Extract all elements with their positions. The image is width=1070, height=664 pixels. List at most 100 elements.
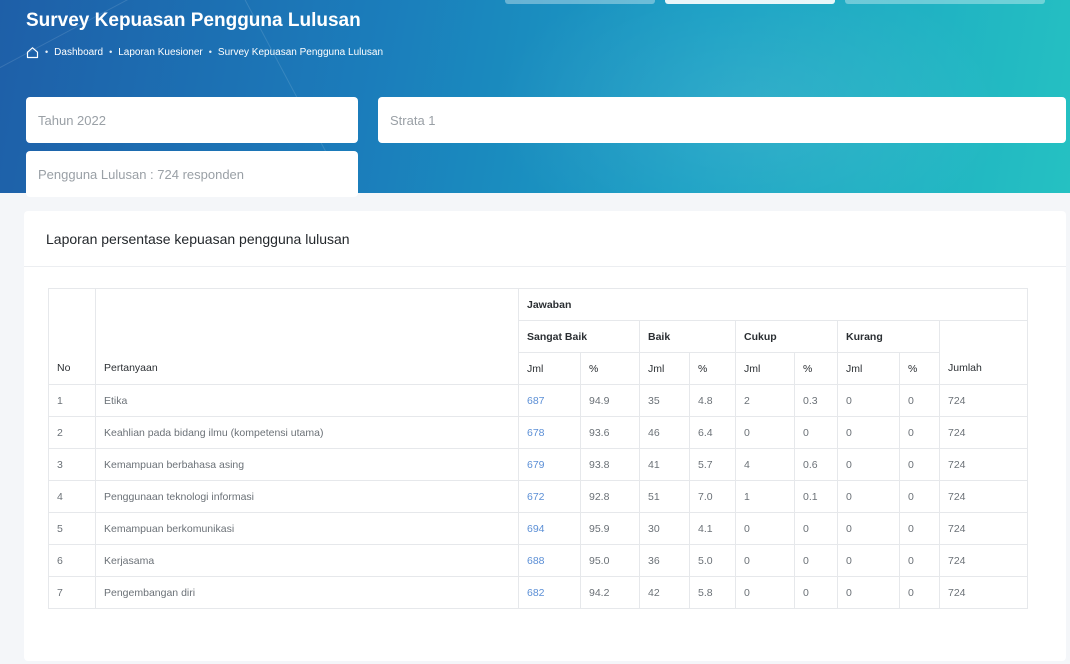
cell-cukup-pct: 0 [794, 512, 838, 545]
col-header-total: Jumlah [939, 320, 1028, 385]
cell-question: Kemampuan berkomunikasi [95, 512, 519, 545]
cell-sangat-baik-jml[interactable]: 687 [518, 384, 581, 417]
page-title: Survey Kepuasan Pengguna Lulusan [26, 10, 361, 31]
col-header-jml: Jml [639, 352, 690, 385]
cell-sangat-baik-jml[interactable]: 682 [518, 576, 581, 609]
strata-filter[interactable]: Strata 1 [378, 97, 1066, 143]
col-group-sangat-baik: Sangat Baik [518, 320, 640, 353]
home-icon[interactable] [26, 46, 39, 59]
cell-no: 3 [48, 448, 96, 481]
col-header-jml: Jml [837, 352, 900, 385]
cell-sangat-baik-jml[interactable]: 688 [518, 544, 581, 577]
breadcrumb-laporan-kuesioner[interactable]: Laporan Kuesioner [118, 47, 203, 58]
cell-cukup-jml: 0 [735, 544, 795, 577]
cell-total: 724 [939, 384, 1028, 417]
table-row: 2 Keahlian pada bidang ilmu (kompetensi u… [48, 416, 1028, 449]
cell-no: 2 [48, 416, 96, 449]
cell-no: 5 [48, 512, 96, 545]
cell-sangat-baik-pct: 92.8 [580, 480, 640, 513]
cell-cukup-pct: 0 [794, 576, 838, 609]
col-header-pct: % [794, 352, 838, 385]
cell-sangat-baik-pct: 94.9 [580, 384, 640, 417]
table-row: 3 Kemampuan berbahasa asing 679 93.8 41 5.7 4 0… [48, 448, 1028, 481]
cell-baik-jml: 35 [639, 384, 690, 417]
cell-sangat-baik-pct: 95.9 [580, 512, 640, 545]
breadcrumb-current: Survey Kepuasan Pengguna Lulusan [217, 46, 384, 58]
cell-cukup-pct: 0.6 [794, 448, 838, 481]
col-header-pct: % [689, 352, 736, 385]
cell-sangat-baik-jml[interactable]: 679 [518, 448, 581, 481]
cell-sangat-baik-jml[interactable]: 678 [518, 416, 581, 449]
cell-baik-pct: 4.8 [689, 384, 736, 417]
breadcrumb-separator: • [45, 47, 49, 57]
table-body: 1 Etika 687 94.9 35 4.8 2 0.3 0 0 724 2 Keahlian pad… [48, 384, 1028, 609]
cell-question: Kemampuan berbahasa asing [95, 448, 519, 481]
cell-kurang-pct: 0 [899, 448, 940, 481]
cell-kurang-pct: 0 [899, 576, 940, 609]
cell-baik-jml: 51 [639, 480, 690, 513]
cell-question: Penggunaan teknologi informasi [95, 480, 519, 513]
cell-question: Etika [95, 384, 519, 417]
col-header-pct: % [580, 352, 640, 385]
cell-cukup-pct: 0.3 [794, 384, 838, 417]
cell-question: Pengembangan diri [95, 576, 519, 609]
cell-cukup-pct: 0 [794, 416, 838, 449]
cell-cukup-jml: 0 [735, 512, 795, 545]
cell-kurang-jml: 0 [837, 448, 900, 481]
cell-baik-pct: 6.4 [689, 416, 736, 449]
cell-cukup-jml: 1 [735, 480, 795, 513]
breadcrumb-dashboard[interactable]: Dashboard [54, 47, 103, 58]
cell-kurang-jml: 0 [837, 480, 900, 513]
cell-baik-pct: 7.0 [689, 480, 736, 513]
cell-baik-pct: 5.8 [689, 576, 736, 609]
cell-sangat-baik-pct: 94.2 [580, 576, 640, 609]
cell-kurang-pct: 0 [899, 480, 940, 513]
breadcrumb-separator: • [109, 47, 113, 57]
cell-baik-pct: 4.1 [689, 512, 736, 545]
year-filter[interactable]: Tahun 2022 [26, 97, 358, 143]
satisfaction-table: No Pertanyaan Jawaban Sangat Baik Baik C… [48, 288, 1028, 609]
cell-question: Keahlian pada bidang ilmu (kompetensi ut… [95, 416, 519, 449]
table-row: 4 Penggunaan teknologi informasi 672 92.8 51… [48, 480, 1028, 513]
cell-kurang-pct: 0 [899, 544, 940, 577]
report-table-wrapper: No Pertanyaan Jawaban Sangat Baik Baik C… [48, 288, 1028, 609]
col-header-question: Pertanyaan [95, 288, 519, 385]
breadcrumb: • Dashboard • Laporan Kuesioner • Survey… [26, 44, 383, 60]
col-header-jml: Jml [735, 352, 795, 385]
cell-sangat-baik-pct: 93.8 [580, 448, 640, 481]
cell-cukup-jml: 0 [735, 416, 795, 449]
col-header-jml: Jml [518, 352, 581, 385]
cell-total: 724 [939, 480, 1028, 513]
cell-sangat-baik-pct: 95.0 [580, 544, 640, 577]
cell-baik-jml: 42 [639, 576, 690, 609]
table-row: 5 Kemampuan berkomunikasi 694 95.9 30 4.1 0 0 0 0… [48, 512, 1028, 545]
cell-no: 7 [48, 576, 96, 609]
cell-total: 724 [939, 544, 1028, 577]
cell-sangat-baik-jml[interactable]: 672 [518, 480, 581, 513]
cell-no: 1 [48, 384, 96, 417]
cell-total: 724 [939, 512, 1028, 545]
table-row: 7 Pengembangan diri 682 94.2 42 5.8 0 0 0 0 724 [48, 576, 1028, 609]
cell-cukup-jml: 4 [735, 448, 795, 481]
col-group-baik: Baik [639, 320, 736, 353]
cell-total: 724 [939, 576, 1028, 609]
cell-sangat-baik-jml[interactable]: 694 [518, 512, 581, 545]
cell-cukup-pct: 0 [794, 544, 838, 577]
col-header-pct: % [899, 352, 940, 385]
breadcrumb-separator: • [208, 47, 212, 57]
cell-kurang-jml: 0 [837, 576, 900, 609]
cell-no: 4 [48, 480, 96, 513]
respondents-count: Pengguna Lulusan : 724 responden [26, 151, 358, 197]
cell-no: 6 [48, 544, 96, 577]
table-row: 6 Kerjasama 688 95.0 36 5.0 0 0 0 0 724 [48, 544, 1028, 577]
cell-kurang-jml: 0 [837, 512, 900, 545]
col-header-no: No [48, 288, 96, 385]
report-card: Laporan persentase kepuasan pengguna lul… [24, 211, 1066, 661]
cell-kurang-jml: 0 [837, 416, 900, 449]
cell-cukup-jml: 2 [735, 384, 795, 417]
report-title: Laporan persentase kepuasan pengguna lul… [24, 211, 1066, 267]
cell-kurang-jml: 0 [837, 384, 900, 417]
cell-total: 724 [939, 416, 1028, 449]
cell-kurang-pct: 0 [899, 384, 940, 417]
cell-kurang-pct: 0 [899, 416, 940, 449]
